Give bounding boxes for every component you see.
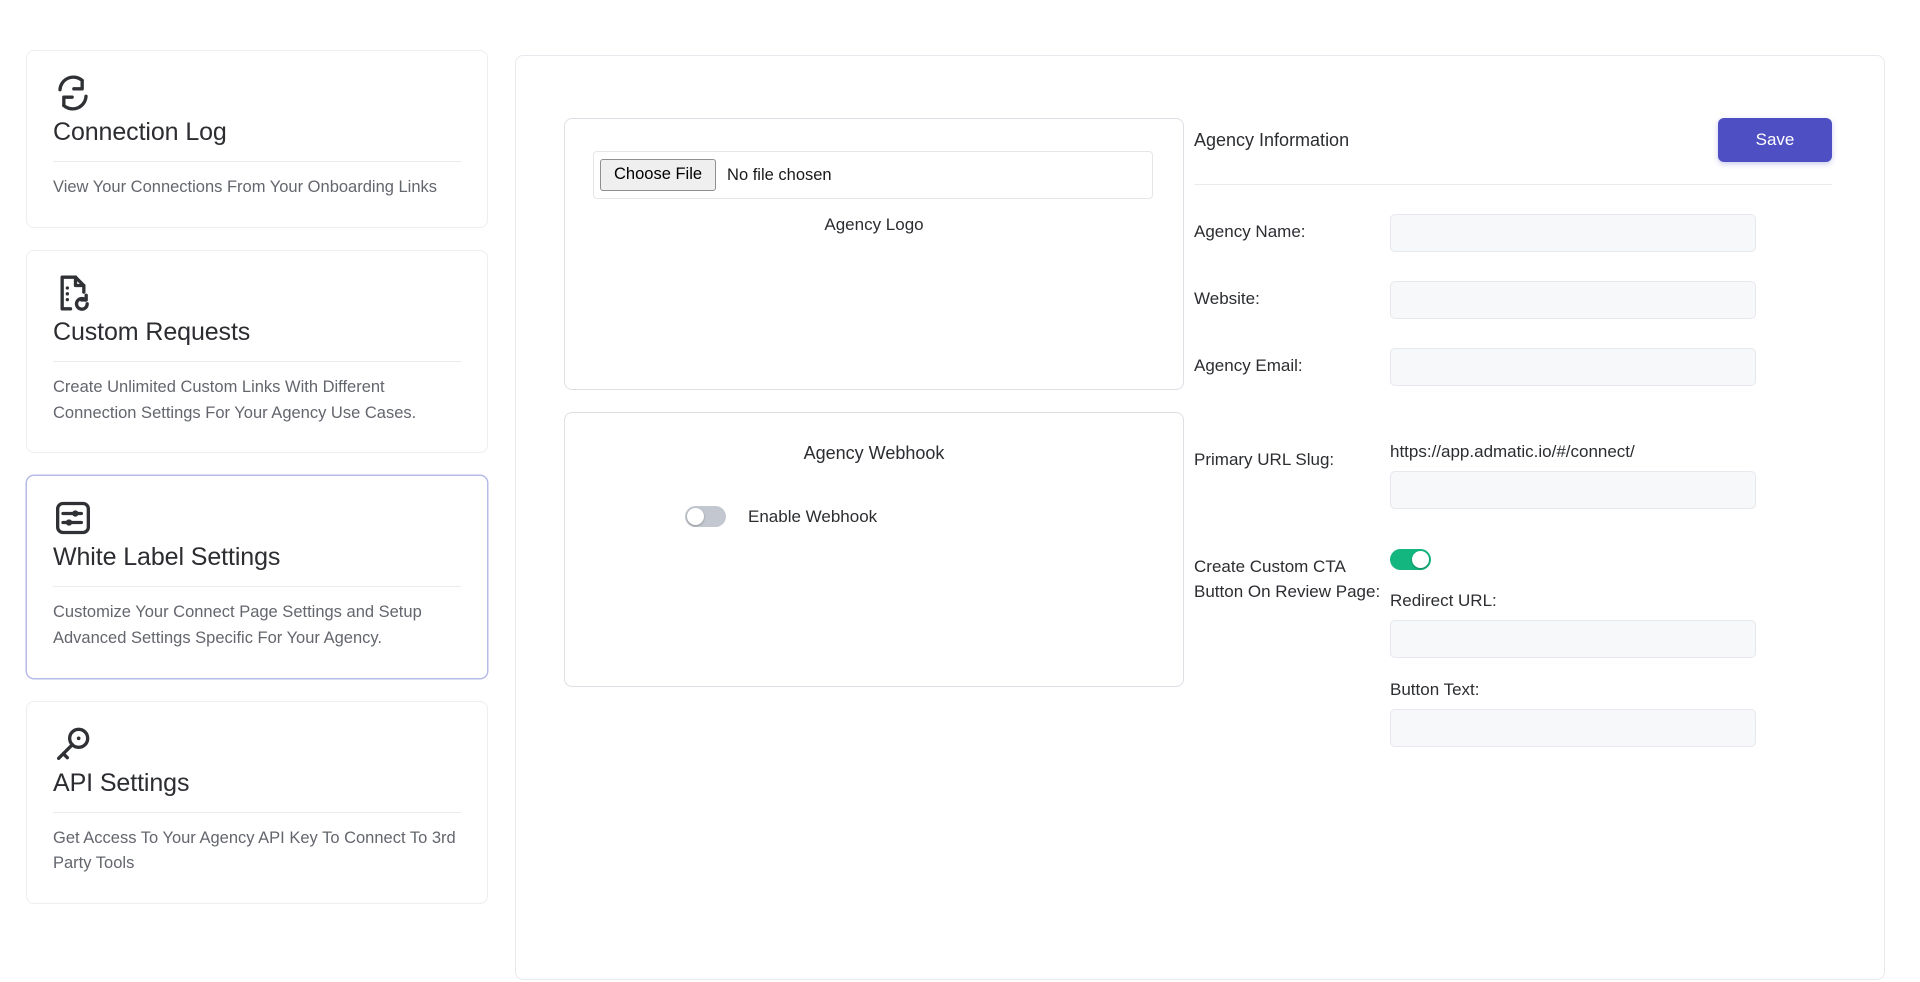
choose-file-button[interactable]: Choose File — [600, 159, 716, 191]
sidebar-item-description: Customize Your Connect Page Settings and… — [53, 600, 461, 651]
sidebar-item-title: Custom Requests — [53, 317, 461, 348]
settings-nav-sidebar: Connection Log View Your Connections Fro… — [0, 0, 490, 926]
agency-information-form: Agency Information Save Agency Name: Web… — [1176, 56, 1884, 747]
toggle-knob — [1412, 551, 1429, 568]
card-divider — [53, 812, 461, 813]
sidebar-item-title: Connection Log — [53, 117, 461, 148]
white-label-settings-panel: Choose File No file chosen Agency Logo A… — [515, 55, 1885, 980]
sidebar-item-description: Create Unlimited Custom Links With Diffe… — [53, 375, 461, 426]
enable-webhook-label: Enable Webhook — [748, 507, 877, 527]
document-refresh-icon — [53, 273, 93, 313]
sidebar-item-title: API Settings — [53, 768, 461, 799]
primary-url-slug-row: Primary URL Slug: https://app.admatic.io… — [1194, 442, 1832, 509]
agency-logo-caption: Agency Logo — [593, 215, 1155, 235]
button-text-input[interactable] — [1390, 709, 1756, 747]
agency-webhook-title: Agency Webhook — [593, 443, 1155, 464]
enable-webhook-toggle[interactable] — [685, 506, 726, 527]
custom-cta-row: Create Custom CTA Button On Review Page:… — [1194, 549, 1832, 747]
sidebar-item-api-settings[interactable]: API Settings Get Access To Your Agency A… — [26, 701, 488, 904]
card-divider — [53, 361, 461, 362]
sidebar-item-title: White Label Settings — [53, 542, 461, 573]
agency-logo-box: Choose File No file chosen Agency Logo — [564, 118, 1184, 390]
redirect-url-label: Redirect URL: — [1390, 591, 1832, 611]
custom-cta-label: Create Custom CTA Button On Review Page: — [1194, 549, 1390, 604]
sliders-settings-icon — [53, 498, 93, 538]
agency-information-title: Agency Information — [1194, 130, 1349, 151]
agency-logo-file-input[interactable]: Choose File No file chosen — [593, 151, 1153, 199]
sidebar-item-description: View Your Connections From Your Onboardi… — [53, 175, 461, 201]
agency-email-input[interactable] — [1390, 348, 1756, 386]
redirect-url-input[interactable] — [1390, 620, 1756, 658]
custom-cta-toggle[interactable] — [1390, 549, 1431, 570]
card-divider — [53, 586, 461, 587]
file-status-text: No file chosen — [727, 166, 832, 185]
button-text-label: Button Text: — [1390, 680, 1832, 700]
website-label: Website: — [1194, 281, 1390, 312]
sidebar-item-description: Get Access To Your Agency API Key To Con… — [53, 826, 461, 877]
primary-url-slug-label: Primary URL Slug: — [1194, 442, 1390, 473]
toggle-knob — [687, 508, 704, 525]
white-label-settings-page: Connection Log View Your Connections Fro… — [0, 0, 1920, 982]
website-row: Website: — [1194, 281, 1832, 319]
agency-name-row: Agency Name: — [1194, 214, 1832, 252]
save-button[interactable]: Save — [1718, 118, 1832, 162]
website-input[interactable] — [1390, 281, 1756, 319]
sidebar-item-custom-requests[interactable]: Custom Requests Create Unlimited Custom … — [26, 250, 488, 453]
primary-url-slug-input[interactable] — [1390, 471, 1756, 509]
agency-email-label: Agency Email: — [1194, 348, 1390, 379]
sidebar-item-connection-log[interactable]: Connection Log View Your Connections Fro… — [26, 50, 488, 228]
key-icon — [53, 724, 93, 764]
sidebar-item-white-label-settings[interactable]: White Label Settings Customize Your Conn… — [26, 475, 488, 678]
agency-email-row: Agency Email: — [1194, 348, 1832, 386]
agency-webhook-box: Agency Webhook Enable Webhook — [564, 412, 1184, 687]
card-divider — [53, 161, 461, 162]
primary-url-slug-prefix: https://app.admatic.io/#/connect/ — [1390, 442, 1832, 462]
agency-name-label: Agency Name: — [1194, 214, 1390, 245]
sync-refresh-icon — [53, 73, 93, 113]
agency-information-header: Agency Information Save — [1194, 118, 1832, 185]
agency-name-input[interactable] — [1390, 214, 1756, 252]
panel-left-column: Choose File No file chosen Agency Logo A… — [516, 56, 1176, 687]
enable-webhook-row: Enable Webhook — [593, 506, 1155, 527]
